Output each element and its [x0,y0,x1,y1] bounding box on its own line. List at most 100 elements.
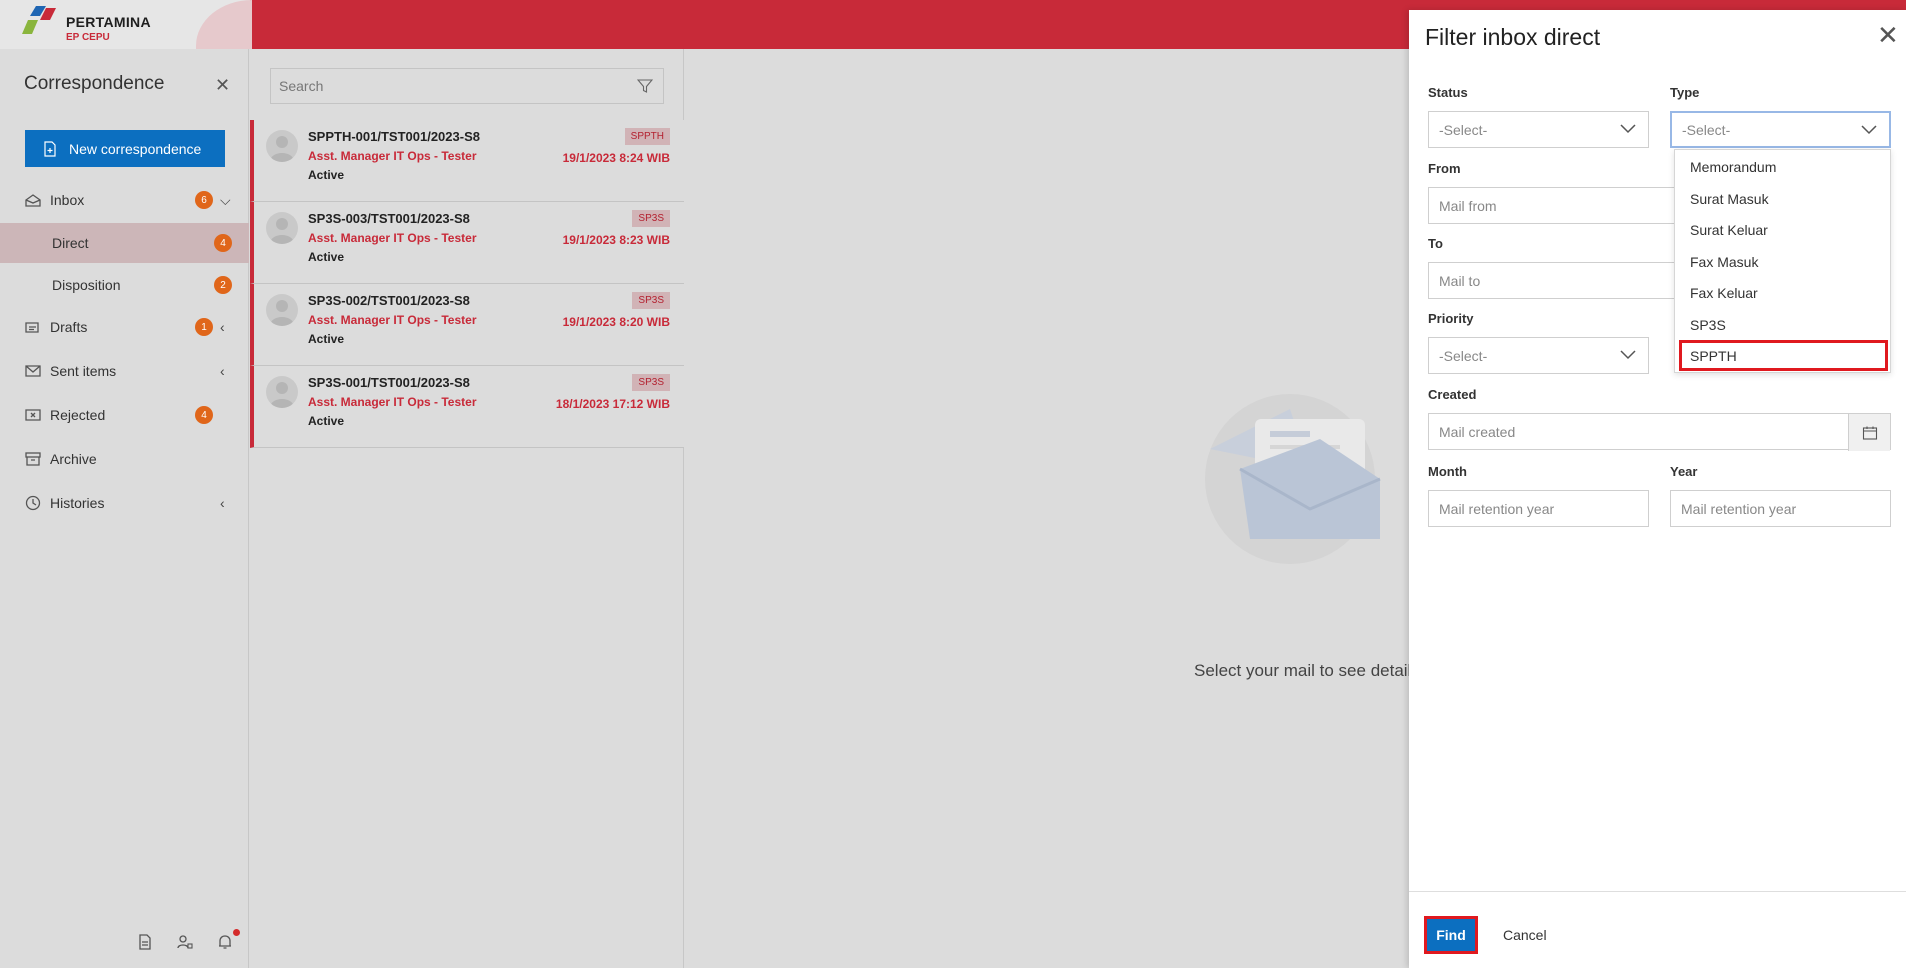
mail-list-pane: Search SPPTH-001/TST001/2023-S8 Asst. Ma… [250,49,684,968]
mail-to-placeholder: Mail to [1439,272,1481,289]
mail-created-input[interactable]: Mail created [1428,413,1891,451]
mail-subject: SP3S-003/TST001/2023-S8 [308,211,470,226]
created-label: Created [1428,387,1477,402]
bell-icon [219,935,231,949]
sidebar-item-label: Disposition [52,277,121,293]
type-option-surat-masuk[interactable]: Surat Masuk [1675,183,1892,214]
drafts-icon [25,322,39,333]
month-label: Month [1428,464,1467,479]
status-select[interactable]: -Select- [1428,111,1649,148]
mail-list-item[interactable]: SP3S-001/TST001/2023-S8 Asst. Manager IT… [250,366,684,448]
avatar [266,294,298,326]
chevron-down-icon [1620,124,1636,134]
sidebar-item-archive[interactable]: Archive [0,439,249,479]
empty-mail-illustration-icon [1205,394,1381,564]
status-value: -Select- [1439,121,1488,138]
type-option-sppth[interactable]: SPPTH [1679,340,1888,371]
month-placeholder: Mail retention year [1439,500,1555,517]
document-icon[interactable] [136,933,154,951]
type-option-fax-masuk[interactable]: Fax Masuk [1675,246,1892,277]
sidebar-item-label: Inbox [50,192,85,208]
user-settings-icon[interactable] [176,933,194,951]
mail-list-item[interactable]: SPPTH-001/TST001/2023-S8 Asst. Manager I… [250,120,684,202]
chevron-left-icon[interactable]: ‹ [220,319,225,335]
notification-bell[interactable] [216,929,240,951]
priority-select[interactable]: -Select- [1428,337,1649,374]
unread-badge: 1 [195,318,213,336]
filter-panel: Filter inbox direct ✕ Status -Select- Ty… [1409,10,1906,968]
sidebar-item-label: Rejected [50,407,106,423]
sidebar-item-disposition[interactable]: Disposition 2 [0,265,249,305]
sidebar-item-inbox[interactable]: Inbox 6 ⌵ [0,180,249,220]
close-icon[interactable]: ✕ [215,75,230,96]
new-correspondence-button[interactable]: New correspondence [25,130,225,167]
mail-sender: Asst. Manager IT Ops - Tester [308,149,477,163]
to-label: To [1428,236,1443,251]
mail-time: 19/1/2023 8:20 WIB [562,315,670,329]
sidebar-item-sent-items[interactable]: Sent items ‹ [0,351,249,391]
filter-panel-title: Filter inbox direct [1425,24,1601,50]
mail-type-tag: SPPTH [624,128,670,145]
sidebar-item-label: Sent items [50,363,117,379]
sidebar-item-direct[interactable]: Direct 4 [0,223,249,263]
mail-type-tag: SP3S [632,292,670,309]
mail-from-placeholder: Mail from [1439,197,1497,214]
mail-status: Active [308,332,345,346]
calendar-button[interactable] [1848,414,1890,451]
mail-time: 19/1/2023 8:24 WIB [562,151,670,165]
search-input[interactable]: Search [270,68,664,104]
sidebar-item-label: Direct [52,235,89,251]
rejected-icon [25,409,41,421]
sidebar-item-label: Drafts [50,319,88,335]
type-option-fax-keluar[interactable]: Fax Keluar [1675,277,1892,308]
chevron-down-icon[interactable]: ⌵ [220,192,231,209]
sidebar-footer [136,929,240,951]
sent-icon [25,365,41,377]
chevron-left-icon[interactable]: ‹ [220,495,225,511]
notification-dot [233,929,240,936]
mail-status: Active [308,250,345,264]
unread-badge: 6 [195,191,213,209]
chevron-left-icon[interactable]: ‹ [220,363,225,379]
sidebar: Correspondence ✕ New correspondence Inbo… [0,49,249,968]
mail-list-item[interactable]: SP3S-002/TST001/2023-S8 Asst. Manager IT… [250,284,684,366]
brand-sub: EP CEPU [66,32,110,43]
type-select[interactable]: -Select- [1670,111,1891,148]
cancel-button[interactable]: Cancel [1493,916,1557,954]
find-button[interactable]: Find [1424,916,1478,954]
type-label: Type [1670,85,1700,100]
chevron-down-icon [1861,125,1877,135]
type-option-sp3s[interactable]: SP3S [1675,309,1892,340]
mail-created-placeholder: Mail created [1439,423,1516,440]
mail-list-item[interactable]: SP3S-003/TST001/2023-S8 Asst. Manager IT… [250,202,684,284]
sidebar-item-rejected[interactable]: Rejected 4 [0,395,249,435]
filter-icon[interactable] [637,78,653,94]
chevron-down-icon [1620,350,1636,360]
mail-subject: SPPTH-001/TST001/2023-S8 [308,129,480,144]
sidebar-item-label: Archive [50,451,97,467]
year-placeholder: Mail retention year [1681,500,1797,517]
mail-status: Active [308,414,345,428]
filter-panel-footer: Find Cancel [1409,891,1906,968]
sidebar-title: Correspondence [24,73,165,94]
month-input[interactable]: Mail retention year [1428,490,1649,527]
mail-subject: SP3S-002/TST001/2023-S8 [308,293,470,308]
mail-type-tag: SP3S [632,210,670,227]
mail-time: 19/1/2023 8:23 WIB [562,233,670,247]
status-label: Status [1428,85,1468,100]
mail-sender: Asst. Manager IT Ops - Tester [308,313,477,327]
close-icon[interactable]: ✕ [1877,22,1899,48]
empty-detail-message: Select your mail to see detail [1194,661,1412,680]
mail-status: Active [308,168,345,182]
mail-type-tag: SP3S [632,374,670,391]
type-option-surat-keluar[interactable]: Surat Keluar [1675,214,1892,245]
type-option-memorandum[interactable]: Memorandum [1675,151,1892,182]
mail-sender: Asst. Manager IT Ops - Tester [308,395,477,409]
year-input[interactable]: Mail retention year [1670,490,1891,527]
sidebar-item-histories[interactable]: Histories ‹ [0,483,249,523]
history-icon [25,495,41,511]
sidebar-item-drafts[interactable]: Drafts 1 ‹ [0,307,249,347]
mail-subject: SP3S-001/TST001/2023-S8 [308,375,470,390]
logo-area: PERTAMINA EP CEPU [0,0,252,49]
year-label: Year [1670,464,1698,479]
